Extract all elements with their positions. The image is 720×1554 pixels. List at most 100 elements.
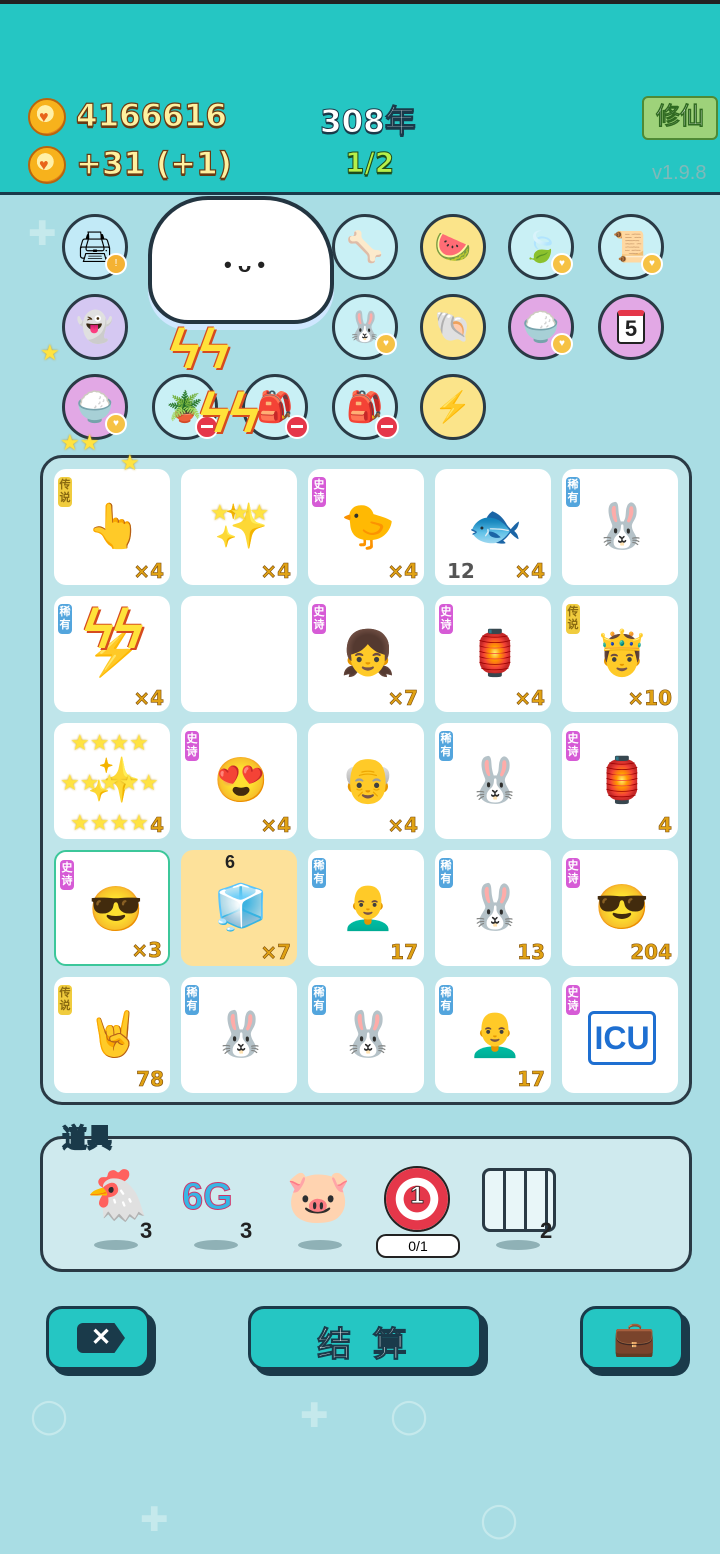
green-hair-face-icon: 😎 (594, 883, 650, 932)
board-cell[interactable]: 史诗 👧 ×7 (308, 596, 424, 712)
income-bonus: (+1) (155, 145, 232, 182)
printer-icon[interactable]: 🖨! (62, 214, 128, 280)
board-cell[interactable]: 稀有 🐰 (308, 977, 424, 1093)
fridge-icon: 🧊 (213, 883, 269, 932)
star-effect-icon: ★★★★★ (60, 770, 159, 795)
board-cell[interactable]: 史诗 😍 ×4 (181, 723, 297, 839)
cloud-face-icon: • ᴗ • (224, 252, 266, 277)
rabbit-icon: 🐰 (467, 883, 523, 932)
coin-total: 4166616 (75, 97, 227, 134)
board-cell[interactable]: 传说 👆 ×4 (54, 469, 170, 585)
rarity-tag: 传说 (58, 985, 72, 1015)
chicken-prop[interactable]: 🐔 3 (76, 1160, 166, 1250)
lightning-effect-icon: ϟϟ (170, 317, 230, 380)
cultivate-button[interactable]: 修仙 (642, 96, 718, 140)
coin-icon: ♥ (28, 98, 66, 136)
star-effect-icon: ★ (40, 340, 60, 365)
rice-bowl-icon[interactable]: 🍚 ♥ (508, 294, 574, 360)
prop-shadow (94, 1240, 138, 1250)
calendar-icon[interactable]: 5 (598, 294, 664, 360)
income-coin-icon: ♥ (28, 146, 66, 184)
year-counter: 308年 (320, 104, 417, 141)
star-effect-icon: ★★ (60, 430, 100, 455)
cell-count: 17 (390, 940, 418, 965)
board-cell[interactable]: 🧊 6 ×7 (181, 850, 297, 966)
rarity-tag: 稀有 (439, 985, 453, 1015)
cell-count: ×7 (387, 686, 418, 711)
pointing-hand-icon: 👆 (86, 502, 142, 551)
rarity-tag: 稀有 (566, 477, 580, 507)
cell-count: ×7 (260, 940, 291, 965)
rarity-tag: 稀有 (58, 604, 72, 634)
board-cell[interactable]: 史诗 🐤 ×4 (308, 469, 424, 585)
board-cell[interactable]: 史诗 ICU (562, 977, 678, 1093)
girl-face-icon: 👧 (340, 629, 396, 678)
cell-count: 4 (658, 813, 673, 838)
target-icon: 1 (384, 1166, 450, 1232)
glasses-grandpa-icon: 👴 (340, 756, 396, 805)
discard-button[interactable]: ✕ (46, 1306, 150, 1370)
6g-prop[interactable]: 6G 3 (176, 1160, 266, 1250)
rarity-tag: 史诗 (312, 477, 326, 507)
board-cell[interactable]: 稀有 🐰 (181, 977, 297, 1093)
board-cell[interactable]: 史诗 🏮 ×4 (435, 596, 551, 712)
target-prop[interactable]: 1 0/1 (374, 1160, 464, 1258)
ghost-icon[interactable]: 👻 (62, 294, 128, 360)
bg-cross-icon: ✚ (300, 1397, 329, 1435)
bg-cross-icon: ✚ (140, 1501, 169, 1539)
cell-count: ×4 (387, 813, 418, 838)
cloud-mascot: • ᴗ • (148, 196, 334, 324)
fruit-plate-icon[interactable]: 🍉 (420, 214, 486, 280)
board-cell[interactable]: 史诗 😎 ×3 (54, 850, 170, 966)
rarity-tag: 史诗 (312, 604, 326, 634)
piggy-bank-prop[interactable]: 🐷 (280, 1160, 370, 1250)
rabbit-icon: 🐰 (213, 1010, 269, 1059)
lightning-effect-icon: ϟϟ (200, 381, 260, 444)
lightning-icon[interactable]: ⚡ (420, 374, 486, 440)
board-cell[interactable]: 史诗 🏮 4 (562, 723, 678, 839)
rarity-tag: 稀有 (439, 731, 453, 761)
rarity-tag: 稀有 (439, 858, 453, 888)
settle-button[interactable]: 结 算 (248, 1306, 482, 1370)
top-edge (0, 0, 720, 4)
backpack-button[interactable]: 💼 (580, 1306, 684, 1370)
board-cell[interactable]: 稀有 👨‍🦲 17 (308, 850, 424, 966)
shell-icon[interactable]: 🐚 (420, 294, 486, 360)
lightning-effect-icon: ϟϟ (84, 597, 144, 660)
star-effect-icon: ★★★★ (70, 810, 149, 835)
board-cell[interactable]: 史诗 😎 204 (562, 850, 678, 966)
board-cell[interactable] (181, 596, 297, 712)
sack-icon[interactable]: 🎒 (332, 374, 399, 440)
rarity-tag: 稀有 (312, 858, 326, 888)
board-cell[interactable]: 🐟 12 ×4 (435, 469, 551, 585)
rabbit-icon: 🐰 (467, 756, 523, 805)
board-cell[interactable]: 传说 🤴 ×10 (562, 596, 678, 712)
calendar-day: 5 (616, 310, 646, 344)
bald-face-icon: 👨‍🦲 (340, 883, 396, 932)
board-cell[interactable]: 👴 ×4 (308, 723, 424, 839)
board-cell[interactable]: 稀有 👨‍🦲 17 (435, 977, 551, 1093)
board-cell[interactable]: 稀有 🐰 (435, 723, 551, 839)
rarity-tag: 史诗 (566, 985, 580, 1015)
cell-left-count: 12 (447, 559, 475, 583)
prop-shadow (194, 1240, 238, 1250)
rabbit-icon: 🐰 (340, 1010, 396, 1059)
cell-count: 13 (517, 940, 545, 965)
board-cell[interactable]: ✨ ×4 (181, 469, 297, 585)
board-cell[interactable]: 稀有 🐰 13 (435, 850, 551, 966)
scroll-icon[interactable]: 📜 ♥ (598, 214, 664, 280)
pet-bowl-icon[interactable]: 🦴 (332, 214, 398, 280)
settle-label: 结 算 (317, 1326, 413, 1365)
board-cell[interactable]: 传说 🤘 78 (54, 977, 170, 1093)
rabbit-icon[interactable]: 🐰 ♥ (332, 294, 398, 360)
jars-prop[interactable]: 2 (478, 1160, 568, 1250)
target-label: 1 (410, 1182, 424, 1210)
rock-hand-icon: 🤘 (86, 1010, 142, 1059)
stage-progress: 1/2 (344, 146, 395, 180)
green-hair-face-icon: 😎 (88, 885, 144, 934)
board-cell[interactable]: 稀有 🐰 (562, 469, 678, 585)
bg-cross-icon: ✚ (28, 215, 57, 253)
leaf-icon[interactable]: 🍃 ♥ (508, 214, 574, 280)
rarity-tag: 传说 (566, 604, 580, 634)
rabbit-icon: 🐰 (594, 502, 650, 551)
